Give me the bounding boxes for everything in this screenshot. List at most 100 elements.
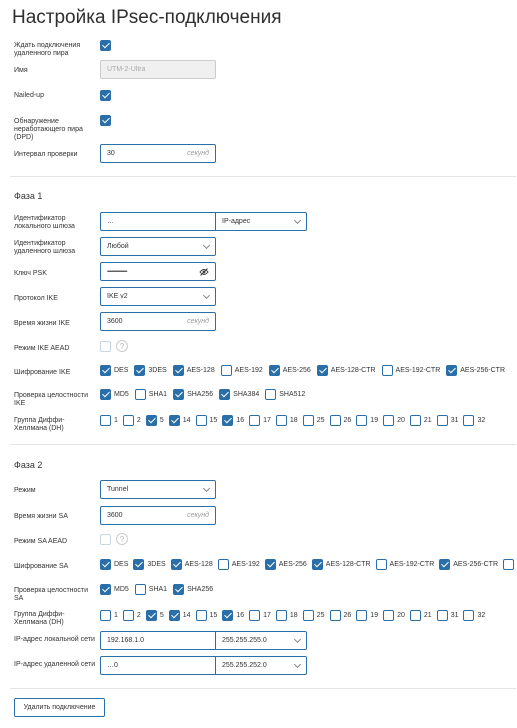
local-net-field[interactable]: 192.168.1.0 255.255.255.0 (100, 631, 307, 650)
option-checkbox[interactable] (170, 559, 182, 570)
help-icon[interactable]: ? (116, 340, 128, 352)
option-checkbox[interactable] (439, 559, 451, 570)
option-checkbox[interactable] (100, 365, 111, 376)
option-aes-192[interactable]: AES-192 (220, 365, 263, 376)
remote-net-mask-select[interactable]: 255.255.252.0 (215, 657, 306, 674)
option-aes-256-ctr[interactable]: AES-256-CTR (446, 365, 505, 376)
option-checkbox[interactable] (122, 415, 134, 426)
ike-lifetime-field[interactable]: 3600 секунд (100, 312, 216, 331)
dpd-checkbox[interactable] (100, 115, 111, 126)
option-31[interactable]: 31 (436, 610, 458, 621)
option-sha512[interactable]: SHA512 (265, 389, 305, 400)
option-21[interactable]: 21 (409, 415, 432, 426)
option-aes-128-ctr[interactable]: AES-128-CTR (316, 365, 376, 376)
option-aes-128[interactable]: AES-128 (172, 365, 215, 376)
local-id-value[interactable]: … (101, 213, 215, 230)
option-5[interactable]: 5 (145, 610, 164, 621)
option-18[interactable]: 18 (275, 610, 298, 621)
nailed-up-checkbox[interactable] (100, 90, 111, 101)
option-aes-256[interactable]: AES-256 (264, 559, 307, 570)
option-3des[interactable]: 3DES (134, 365, 167, 376)
option-16[interactable]: 16 (222, 610, 244, 621)
option-checkbox[interactable] (264, 559, 276, 570)
option-aes-192-ctr[interactable]: AES-192-CTR (375, 559, 434, 570)
option-14[interactable]: 14 (168, 610, 191, 621)
option-checkbox[interactable] (446, 365, 458, 376)
psk-field[interactable]: •••••••••••••••••••••••••• (100, 262, 216, 281)
option-19[interactable]: 19 (356, 415, 378, 426)
option-aes-192[interactable]: AES-192 (217, 559, 260, 570)
option-sha256[interactable]: SHA256 (173, 389, 213, 400)
option-checkbox[interactable] (383, 415, 395, 426)
option-sha1[interactable]: SHA1 (134, 584, 167, 595)
option-checkbox[interactable] (463, 415, 475, 426)
option-aes-192-ctr[interactable]: AES-192-CTR (381, 365, 440, 376)
option-checkbox[interactable] (463, 610, 475, 621)
remote-id-select[interactable]: Любой (100, 237, 216, 256)
option-checkbox[interactable] (356, 415, 368, 426)
option-checkbox[interactable] (375, 559, 387, 570)
option-checkbox[interactable] (268, 365, 280, 376)
option-checkbox[interactable] (100, 559, 111, 570)
option-null[interactable]: NULL (503, 559, 517, 570)
option-checkbox[interactable] (302, 610, 314, 621)
option-checkbox[interactable] (134, 584, 146, 595)
remote-net-field[interactable]: …0 255.255.252.0 (100, 656, 307, 675)
option-3des[interactable]: 3DES (133, 559, 166, 570)
option-26[interactable]: 26 (329, 610, 351, 621)
option-checkbox[interactable] (100, 389, 111, 400)
option-checkbox[interactable] (275, 415, 287, 426)
remote-net-ip[interactable]: …0 (101, 657, 215, 674)
option-checkbox[interactable] (222, 415, 234, 426)
option-checkbox[interactable] (222, 610, 234, 621)
option-checkbox[interactable] (217, 559, 229, 570)
option-sha1[interactable]: SHA1 (134, 389, 167, 400)
option-checkbox[interactable] (122, 610, 134, 621)
option-des[interactable]: DES (100, 365, 128, 376)
option-checkbox[interactable] (409, 415, 421, 426)
option-aes-128-ctr[interactable]: AES-128-CTR (311, 559, 371, 570)
option-checkbox[interactable] (275, 610, 287, 621)
option-20[interactable]: 20 (383, 610, 405, 621)
option-checkbox[interactable] (329, 610, 341, 621)
option-sha384[interactable]: SHA384 (219, 389, 259, 400)
option-checkbox[interactable] (134, 389, 146, 400)
option-checkbox[interactable] (168, 415, 180, 426)
option-checkbox[interactable] (316, 365, 328, 376)
option-checkbox[interactable] (100, 584, 111, 595)
option-checkbox[interactable] (381, 365, 393, 376)
option-des[interactable]: DES (100, 559, 128, 570)
option-checkbox[interactable] (195, 415, 207, 426)
option-checkbox[interactable] (302, 415, 314, 426)
option-checkbox[interactable] (100, 610, 111, 621)
sa-aead-checkbox[interactable] (100, 534, 111, 545)
local-net-ip[interactable]: 192.168.1.0 (101, 632, 215, 649)
local-id-field[interactable]: … IP-адрес (100, 212, 307, 231)
option-2[interactable]: 2 (122, 415, 141, 426)
option-checkbox[interactable] (173, 584, 185, 595)
option-md5[interactable]: MD5 (100, 584, 129, 595)
option-checkbox[interactable] (145, 610, 157, 621)
option-checkbox[interactable] (436, 610, 448, 621)
option-19[interactable]: 19 (356, 610, 378, 621)
option-checkbox[interactable] (383, 610, 395, 621)
option-checkbox[interactable] (134, 365, 146, 376)
option-checkbox[interactable] (220, 365, 232, 376)
option-20[interactable]: 20 (383, 415, 405, 426)
option-checkbox[interactable] (409, 610, 421, 621)
option-checkbox[interactable] (172, 365, 184, 376)
option-32[interactable]: 32 (463, 610, 485, 621)
option-15[interactable]: 15 (195, 415, 217, 426)
option-checkbox[interactable] (356, 610, 368, 621)
option-checkbox[interactable] (311, 559, 323, 570)
sa-lifetime-field[interactable]: 3600 секунд (100, 506, 216, 525)
option-checkbox[interactable] (173, 389, 185, 400)
option-checkbox[interactable] (329, 415, 341, 426)
option-checkbox[interactable] (265, 389, 277, 400)
option-32[interactable]: 32 (463, 415, 485, 426)
eye-hidden-icon[interactable] (199, 267, 209, 276)
delete-connection-button[interactable]: Удалить подключение (14, 698, 105, 717)
option-checkbox[interactable] (100, 415, 111, 426)
option-25[interactable]: 25 (302, 415, 325, 426)
mode-select[interactable]: Tunnel (100, 480, 216, 499)
